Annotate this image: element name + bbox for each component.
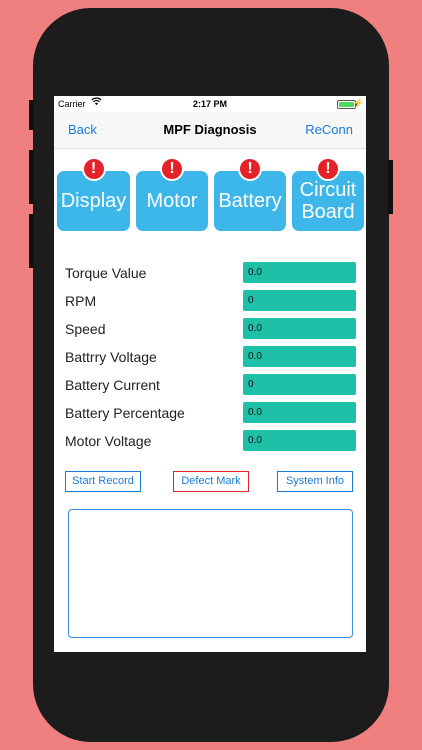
torque-value: 0.0 <box>243 262 356 283</box>
battery-current-label: Battery Current <box>65 377 160 393</box>
clock: 2:17 PM <box>192 99 227 109</box>
app-screen: Carrier 2:17 PM ⚡ Back MPF Diagnosis ReC… <box>54 96 366 652</box>
mute-switch <box>29 100 34 130</box>
defect-mark-button[interactable]: Defect Mark <box>173 471 249 492</box>
reconnect-button[interactable]: ReConn <box>305 122 353 137</box>
battery-current-value: 0 <box>243 374 356 395</box>
motor-voltage-value: 0.0 <box>243 430 356 451</box>
alert-icon: ! <box>238 157 262 181</box>
tile-label: Circuit Board <box>299 179 357 223</box>
battery-voltage-label: Battrry Voltage <box>65 349 157 365</box>
alert-icon: ! <box>160 157 184 181</box>
tile-label: Motor <box>146 190 198 212</box>
speed-value: 0.0 <box>243 318 356 339</box>
circuit-board-tile[interactable]: ! Circuit Board <box>292 157 364 231</box>
alert-icon: ! <box>316 157 340 181</box>
motor-voltage-label: Motor Voltage <box>65 433 152 449</box>
navigation-bar: Back MPF Diagnosis ReConn <box>54 112 366 149</box>
speed-label: Speed <box>65 321 106 337</box>
status-bar: Carrier 2:17 PM ⚡ <box>54 96 366 112</box>
display-tile[interactable]: ! Display <box>57 157 130 231</box>
charging-icon: ⚡ <box>352 98 364 108</box>
tile-label: Display <box>60 190 127 212</box>
volume-up-button <box>29 150 34 204</box>
system-info-button[interactable]: System Info <box>277 471 353 492</box>
start-record-button[interactable]: Start Record <box>65 471 141 492</box>
alert-icon: ! <box>81 157 106 181</box>
battery-percentage-value: 0.0 <box>243 402 356 423</box>
motor-tile[interactable]: ! Motor <box>136 157 208 231</box>
power-button <box>388 160 393 214</box>
torque-label: Torque Value <box>65 265 147 281</box>
rpm-value: 0 <box>243 290 356 311</box>
tile-label: Battery <box>218 190 282 212</box>
log-text-area[interactable] <box>68 509 353 638</box>
battery-tile[interactable]: ! Battery <box>214 157 286 231</box>
rpm-label: RPM <box>65 293 97 309</box>
battery-percentage-label: Battery Percentage <box>65 405 185 421</box>
battery-voltage-value: 0.0 <box>243 346 356 367</box>
volume-down-button <box>29 214 34 268</box>
